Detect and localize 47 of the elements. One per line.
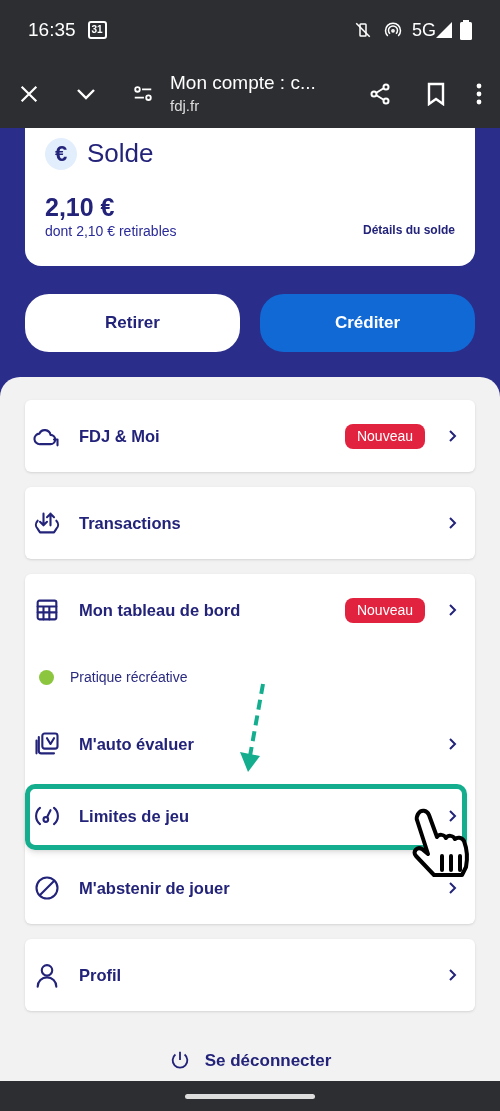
share-icon[interactable] <box>368 82 392 106</box>
network-label: 5G <box>412 18 436 42</box>
menu-item[interactable]: M'auto évaluer <box>25 708 475 780</box>
balance-details-link[interactable]: Détails du solde <box>362 221 455 239</box>
menu-item-label: M'abstenir de jouer <box>79 877 231 899</box>
page-domain: fdj.fr <box>170 95 201 116</box>
chevron-right-icon <box>447 881 457 895</box>
menu-item-label: Mon tableau de bord <box>79 599 242 621</box>
euro-icon: € <box>45 137 77 170</box>
balance-amount: 2,10 € <box>45 193 116 221</box>
calendar-icon: 31 <box>87 21 107 39</box>
menu-item[interactable]: M'abstenir de jouer <box>25 852 475 924</box>
home-handle[interactable] <box>185 1093 315 1099</box>
chevron-right-icon <box>447 429 457 443</box>
chevron-right-icon <box>447 516 457 530</box>
menu-item[interactable]: Limites de jeu <box>25 780 475 852</box>
hotspot-icon <box>384 21 402 39</box>
more-icon[interactable] <box>476 83 482 105</box>
credit-button[interactable]: Créditer <box>260 294 475 352</box>
menu-item-label: Limites de jeu <box>79 805 191 827</box>
clock: 16:35 <box>28 17 76 42</box>
page-title: Mon compte : c... <box>170 70 317 95</box>
chevron-right-icon <box>447 968 457 982</box>
chevron-right-icon <box>447 603 457 617</box>
new-badge: Nouveau <box>344 423 425 449</box>
menu-item-label: M'auto évaluer <box>79 733 195 755</box>
signal-icon <box>436 22 452 38</box>
withdrawable-amount: dont 2,10 € retirables <box>45 222 178 241</box>
balance-title: Solde <box>87 137 154 170</box>
menu-item-label: FDJ & Moi <box>79 425 161 447</box>
chevron-right-icon <box>447 809 457 823</box>
bookmark-icon[interactable] <box>426 82 446 106</box>
menu-item[interactable]: Mon tableau de bord Nouveau <box>25 574 475 646</box>
menu-item-label: Profil <box>79 964 123 986</box>
chevron-right-icon <box>447 737 457 751</box>
menu-item[interactable]: Transactions <box>25 487 475 559</box>
battery-icon <box>460 20 472 40</box>
menu-item[interactable]: FDJ & Moi Nouveau <box>25 400 475 472</box>
status-label: Pratique récréative <box>70 667 188 687</box>
ban-icon <box>33 874 61 902</box>
menu-item[interactable]: Profil <box>25 939 475 1011</box>
vibrate-off-icon <box>354 21 372 39</box>
withdraw-button[interactable]: Retirer <box>25 294 240 352</box>
logout-button[interactable]: Se déconnecter <box>25 1048 475 1074</box>
menu-item-label: Transactions <box>79 512 182 534</box>
new-badge: Nouveau <box>344 597 425 623</box>
close-icon[interactable] <box>18 83 40 105</box>
